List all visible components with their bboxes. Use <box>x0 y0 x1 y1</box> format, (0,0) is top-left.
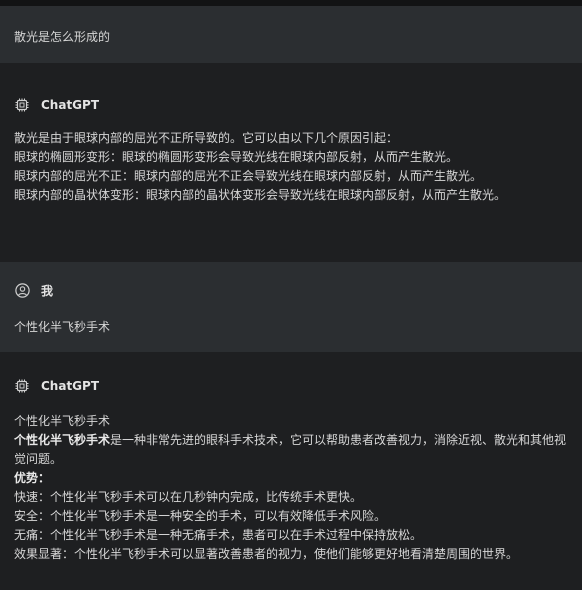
message-intro: 个性化半飞秒手术是一种非常先进的眼科手术技术，它可以帮助患者改善视力，消除近视、… <box>14 431 568 469</box>
user-message: 我 个性化半飞秒手术 <box>0 262 582 352</box>
author-name: 我 <box>41 283 54 298</box>
message-author: 我 <box>14 280 568 300</box>
user-message-text: 个性化半飞秒手术 <box>14 320 111 334</box>
message-body: 个性化半飞秒手术 个性化半飞秒手术是一种非常先进的眼科手术技术，它可以帮助患者改… <box>14 412 568 564</box>
user-icon <box>14 282 30 298</box>
author-name: ChatGPT <box>41 379 100 393</box>
advantages-label: 优势： <box>14 471 51 485</box>
intro-bold-text: 个性化半飞秒手术 <box>14 433 111 447</box>
message-body: 个性化半飞秒手术 <box>14 318 568 337</box>
user-message: 散光是怎么形成的 <box>0 6 582 63</box>
assistant-message: ChatGPT 散光是由于眼球内部的屈光不正所导致的。它可以由以下几个原因引起：… <box>0 63 582 262</box>
chip-icon <box>14 97 30 113</box>
user-message-text: 散光是怎么形成的 <box>14 30 111 44</box>
assistant-message: ChatGPT 个性化半飞秒手术 个性化半飞秒手术是一种非常先进的眼科手术技术，… <box>0 352 582 590</box>
message-line: 眼球的椭圆形变形：眼球的椭圆形变形会导致光线在眼球内部反射，从而产生散光。 <box>14 150 459 164</box>
advantage-item: 快速：个性化半飞秒手术可以在几秒钟内完成，比传统手术更快。 <box>14 490 363 504</box>
message-line: 眼球内部的屈光不正：眼球内部的屈光不正会导致光线在眼球内部反射，从而产生散光。 <box>14 169 483 183</box>
chip-icon <box>14 378 30 394</box>
message-line: 散光是由于眼球内部的屈光不正所导致的。它可以由以下几个原因引起： <box>14 131 399 145</box>
message-author: ChatGPT <box>14 376 568 396</box>
author-name: ChatGPT <box>41 98 100 112</box>
message-author: ChatGPT <box>14 95 568 115</box>
message-line: 眼球内部的晶状体变形：眼球内部的晶状体变形会导致光线在眼球内部反射，从而产生散光… <box>14 188 507 202</box>
message-title: 个性化半飞秒手术 <box>14 414 111 428</box>
message-body: 散光是由于眼球内部的屈光不正所导致的。它可以由以下几个原因引起： 眼球的椭圆形变… <box>14 129 568 205</box>
advantage-item: 安全：个性化半飞秒手术是一种安全的手术，可以有效降低手术风险。 <box>14 509 387 523</box>
advantage-item: 无痛：个性化半飞秒手术是一种无痛手术，患者可以在手术过程中保持放松。 <box>14 528 423 542</box>
advantage-item: 效果显著：个性化半飞秒手术可以显著改善患者的视力，使他们能够更好地看清楚周围的世… <box>14 547 519 561</box>
